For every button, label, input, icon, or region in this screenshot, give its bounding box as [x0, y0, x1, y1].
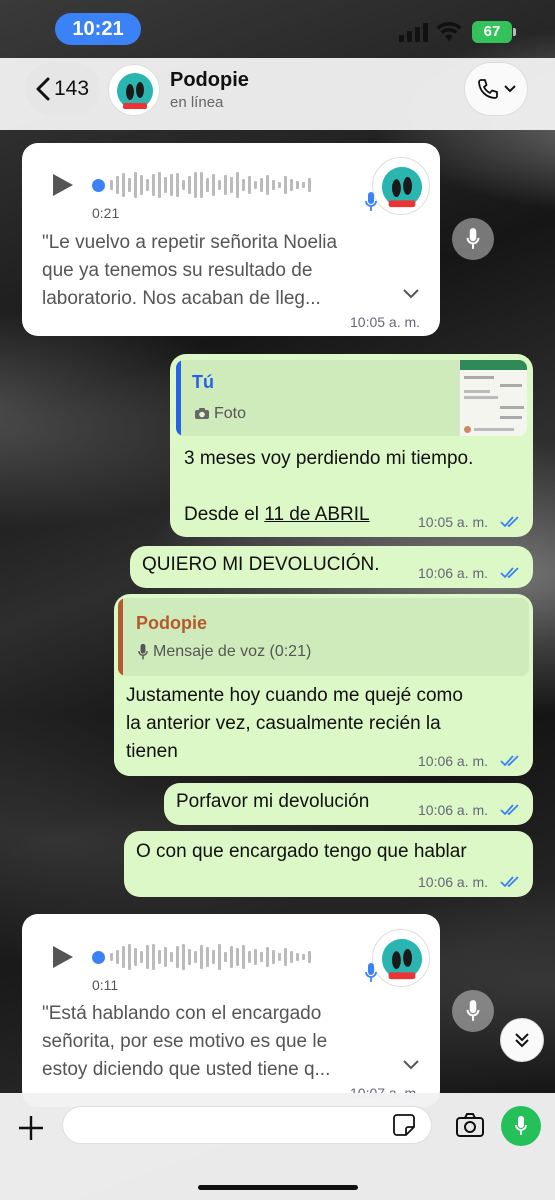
mic-icon [515, 1116, 527, 1135]
read-receipt-icon [500, 804, 519, 816]
voice-waveform[interactable] [110, 942, 311, 972]
wifi-icon [436, 21, 462, 41]
chevron-down-icon [504, 85, 516, 93]
mic-icon [138, 643, 148, 660]
transcript-line: señorita, por ese motivo es que le [42, 1031, 328, 1052]
read-receipt-icon [500, 876, 519, 888]
voice-duration: 0:21 [92, 205, 120, 221]
playback-position-dot[interactable] [92, 951, 105, 964]
transcript-line: estoy diciendo que usted tiene q... [42, 1059, 331, 1080]
transcript-line: laboratorio. Nos acaban de lleg... [42, 288, 321, 309]
message-text: la anterior vez, casualmente recién la [126, 713, 441, 734]
call-button[interactable] [464, 62, 528, 116]
quote-bar [118, 598, 123, 676]
read-receipt-icon [500, 567, 519, 579]
quote-label: Mensaje de voz (0:21) [153, 643, 312, 660]
podopie-logo-icon [110, 66, 159, 115]
transcribe-button[interactable] [452, 990, 494, 1032]
contact-avatar[interactable] [108, 64, 160, 116]
photo-thumbnail[interactable] [459, 360, 527, 436]
play-icon[interactable] [53, 946, 73, 968]
battery-indicator: 67 [472, 21, 512, 43]
record-voice-button[interactable] [501, 1106, 541, 1146]
mic-icon [466, 1000, 480, 1021]
camera-icon [195, 408, 209, 419]
mic-icon [466, 228, 480, 249]
mic-icon [365, 192, 377, 211]
incoming-voice-message[interactable]: 0:11 "Está hablando con el encargado señ… [22, 914, 440, 1107]
expand-chevron-icon[interactable] [403, 1060, 419, 1070]
message-text: Desde el 11 de ABRIL [184, 501, 370, 529]
message-text: QUIERO MI DEVOLUCIÓN. [142, 554, 380, 575]
contact-status: en línea [170, 94, 224, 111]
message-time: 10:06 a. m. [418, 802, 489, 818]
transcript-line: que ya tenemos su resultado de [42, 260, 313, 281]
unread-count: 143 [53, 77, 90, 100]
sticker-icon[interactable] [393, 1114, 415, 1136]
playback-position-dot[interactable] [92, 179, 105, 192]
quote-label: Foto [214, 405, 247, 422]
status-time: 10:21 [55, 13, 141, 45]
plus-icon[interactable] [16, 1113, 46, 1143]
sender-avatar [372, 157, 430, 215]
back-chevron-icon [36, 77, 50, 101]
composer-bar [0, 1093, 555, 1200]
mic-icon [365, 963, 377, 982]
play-icon[interactable] [53, 174, 73, 196]
phone-icon [478, 79, 498, 99]
quote-bar [176, 360, 181, 436]
transcribe-button[interactable] [452, 218, 494, 260]
read-receipt-icon [500, 755, 519, 767]
incoming-voice-message[interactable]: 0:21 "Le vuelvo a repetir señorita Noeli… [22, 143, 440, 336]
message-time: 10:06 a. m. [418, 874, 489, 890]
quoted-voice-reply[interactable]: Podopie Mensaje de voz (0:21) [118, 598, 529, 676]
double-chevron-down-icon [515, 1033, 529, 1048]
message-time: 10:05 a. m. [418, 514, 489, 530]
message-text: Justamente hoy cuando me quejé como [126, 685, 463, 706]
sender-avatar [372, 929, 430, 987]
message-time: 10:05 a. m. [350, 314, 421, 330]
camera-icon[interactable] [455, 1112, 485, 1138]
outgoing-message[interactable]: Porfavor mi devolución 10:06 a. m. [164, 783, 533, 825]
date-link[interactable]: 11 de ABRIL [264, 504, 369, 525]
message-time: 10:06 a. m. [418, 753, 489, 769]
message-text: Porfavor mi devolución [176, 791, 370, 812]
outgoing-message[interactable]: Tú Foto 3 meses voy perdiendo mi tiempo.… [170, 354, 533, 537]
status-bar: 10:21 67 [0, 0, 555, 58]
podopie-logo-icon [374, 931, 429, 986]
voice-waveform[interactable] [110, 170, 311, 200]
home-indicator [198, 1185, 358, 1190]
expand-chevron-icon[interactable] [403, 289, 419, 299]
quote-author: Podopie [136, 613, 207, 633]
back-button[interactable]: 143 [25, 62, 100, 116]
message-text-prefix: Desde el [184, 504, 265, 525]
cellular-signal-icon [399, 22, 429, 42]
quoted-photo-reply[interactable]: Tú Foto [176, 360, 527, 436]
scroll-to-bottom-button[interactable] [500, 1018, 544, 1062]
podopie-logo-icon [374, 159, 429, 214]
transcript-line: "Está hablando con el encargado [42, 1003, 322, 1024]
message-time: 10:06 a. m. [418, 565, 489, 581]
transcript-line: "Le vuelvo a repetir señorita Noelia [42, 232, 338, 253]
message-text: 3 meses voy perdiendo mi tiempo. [184, 448, 474, 469]
message-text: tienen [126, 741, 178, 762]
battery-tip [513, 28, 516, 36]
contact-name[interactable]: Podopie [170, 69, 249, 92]
outgoing-message[interactable]: O con que encargado tengo que hablar 10:… [124, 831, 533, 897]
quote-author: Tú [192, 372, 214, 392]
outgoing-message[interactable]: QUIERO MI DEVOLUCIÓN. 10:06 a. m. [130, 546, 533, 588]
chat-header: 143 Podopie en línea [0, 58, 555, 130]
voice-duration: 0:11 [92, 977, 119, 993]
message-input[interactable] [62, 1106, 432, 1144]
message-text: O con que encargado tengo que hablar [136, 841, 467, 862]
read-receipt-icon [500, 516, 519, 528]
outgoing-message[interactable]: Podopie Mensaje de voz (0:21) Justamente… [114, 594, 533, 776]
